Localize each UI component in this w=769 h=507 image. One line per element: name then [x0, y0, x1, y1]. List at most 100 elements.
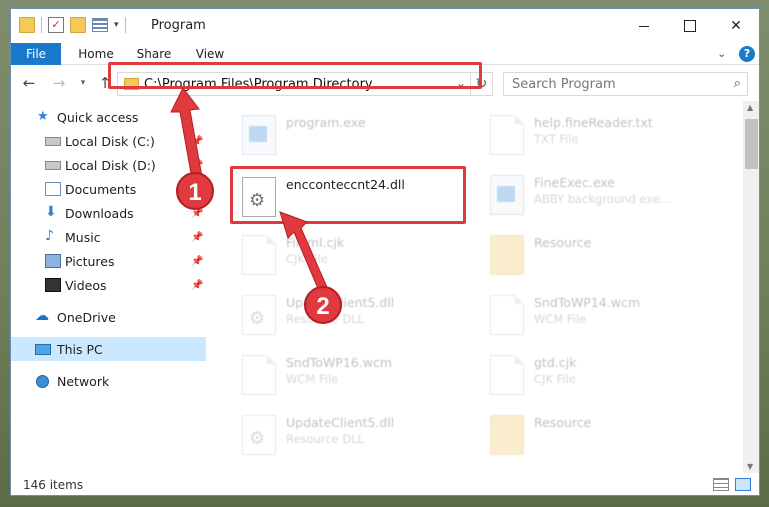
sidebar-item-label: Network [57, 373, 110, 389]
list-item[interactable]: Fileml.cjk CJK File [242, 227, 472, 283]
list-item[interactable]: gtd.cjk CJK File [490, 347, 720, 403]
file-type: CJK File [534, 372, 576, 386]
navigation-pane: ★ Quick access Local Disk (C:) 📌 Local D… [11, 101, 206, 473]
pin-icon[interactable]: 📌 [191, 232, 203, 243]
sidebar-item-label: Local Disk (C:) [65, 133, 155, 149]
scroll-down-icon[interactable]: ▼ [747, 462, 753, 471]
forward-arrow-icon[interactable]: → [49, 73, 69, 93]
file-name: Resource [534, 235, 592, 250]
recent-locations-icon[interactable]: ▾ [73, 73, 93, 93]
file-name: gtd.cjk [534, 355, 577, 370]
file-name: help.fineReader.txt [534, 115, 653, 130]
file-type: ABBY background exe... [534, 192, 671, 206]
document-icon [490, 355, 524, 395]
divider [124, 17, 126, 33]
exe-icon [242, 115, 276, 155]
sidebar-item-label: OneDrive [57, 309, 116, 325]
help-icon[interactable]: ? [739, 46, 755, 62]
pin-icon[interactable]: 📌 [191, 280, 203, 291]
address-bar-highlight [108, 62, 482, 89]
file-name: FineExec.exe [534, 175, 615, 190]
pin-icon[interactable]: 📌 [191, 136, 203, 147]
expand-ribbon-icon[interactable]: ⌄ [717, 47, 726, 60]
folder-icon [490, 415, 524, 455]
minimize-button[interactable] [621, 9, 667, 43]
sidebar-item-quick-access[interactable]: ★ Quick access [11, 105, 206, 129]
title-bar: ✓ ▾ Program ✕ [11, 9, 759, 43]
list-item[interactable]: Resource [490, 407, 720, 463]
file-name: UpdateClient5.dll [286, 415, 395, 430]
document-icon [490, 115, 524, 155]
documents-icon [45, 182, 61, 196]
scrollbar-thumb[interactable] [745, 119, 758, 169]
callout-badge-1: 1 [176, 172, 214, 210]
target-file-highlight [230, 166, 466, 224]
search-placeholder[interactable]: Search Program [512, 77, 616, 92]
document-icon [242, 235, 276, 275]
sidebar-item-downloads[interactable]: ⬇ Downloads 📌 [11, 201, 206, 225]
list-item[interactable]: SndToWP16.wcm WCM File [242, 347, 472, 403]
large-icons-view-icon[interactable] [735, 478, 751, 491]
sidebar-item-pictures[interactable]: Pictures 📌 [11, 249, 206, 273]
sidebar-item-label: Local Disk (D:) [65, 157, 156, 173]
sidebar-item-network[interactable]: Network [11, 369, 206, 393]
search-box[interactable]: Search Program ⌕ [503, 72, 748, 96]
sidebar-item-label: Documents [65, 181, 137, 197]
new-folder-icon[interactable] [70, 17, 86, 33]
list-item[interactable]: SndToWP14.wcm WCM File [490, 287, 720, 343]
sidebar-item-music[interactable]: ♪ Music 📌 [11, 225, 206, 249]
pc-icon [35, 344, 51, 355]
sidebar-item-label: Music [65, 229, 101, 245]
maximize-button[interactable] [667, 9, 713, 43]
scroll-up-icon[interactable]: ▲ [747, 103, 753, 112]
list-item[interactable]: help.fineReader.txt TXT File [490, 107, 720, 163]
sidebar-item-local-disk-d[interactable]: Local Disk (D:) 📌 [11, 153, 206, 177]
pin-icon[interactable]: 📌 [191, 160, 203, 171]
pin-icon[interactable]: 📌 [191, 256, 203, 267]
file-name: Fileml.cjk [286, 235, 345, 250]
properties-check-icon[interactable]: ✓ [48, 17, 64, 33]
callout-badge-2: 2 [304, 286, 342, 324]
network-icon [36, 375, 49, 388]
list-item[interactable]: FineExec.exe ABBY background exe... [490, 167, 720, 223]
sidebar-item-label: Videos [65, 277, 107, 293]
back-arrow-icon[interactable]: ← [19, 73, 39, 93]
file-name: Resource [534, 415, 592, 430]
details-view-icon[interactable] [713, 478, 729, 491]
star-icon: ★ [37, 109, 49, 124]
sidebar-item-this-pc[interactable]: This PC [11, 337, 206, 361]
sidebar-item-local-disk-c[interactable]: Local Disk (C:) 📌 [11, 129, 206, 153]
window-title: Program [151, 18, 206, 33]
list-item[interactable]: UpdateClient5.dll Resource DLL [242, 287, 472, 343]
file-type: WCM File [286, 372, 339, 386]
sidebar-item-label: Downloads [65, 205, 134, 221]
sidebar-item-onedrive[interactable]: ☁ OneDrive [11, 305, 206, 329]
file-type: CJK File [286, 252, 328, 266]
folder-icon [490, 235, 524, 275]
list-item[interactable]: program.exe [242, 107, 472, 163]
chevron-down-icon[interactable]: ▾ [114, 20, 119, 30]
vertical-scrollbar[interactable]: ▲ ▼ [743, 101, 759, 473]
pictures-icon [45, 254, 61, 268]
download-icon: ⬇ [45, 204, 57, 220]
customize-toolbar-icon[interactable] [92, 18, 108, 32]
file-type: TXT File [534, 132, 579, 146]
search-icon[interactable]: ⌕ [734, 76, 741, 91]
close-button[interactable]: ✕ [713, 9, 759, 43]
sidebar-item-label: Pictures [65, 253, 115, 269]
document-icon [242, 355, 276, 395]
folder-icon [19, 17, 35, 33]
videos-icon [45, 278, 61, 292]
tab-file[interactable]: File [11, 43, 61, 65]
exe-icon [490, 175, 524, 215]
list-item[interactable]: UpdateClient5.dll Resource DLL [242, 407, 472, 463]
sidebar-item-label: This PC [57, 341, 103, 357]
document-icon [490, 295, 524, 335]
file-name: SndToWP16.wcm [286, 355, 392, 370]
sidebar-item-videos[interactable]: Videos 📌 [11, 273, 206, 297]
disk-icon [45, 161, 61, 170]
dll-icon [242, 295, 276, 335]
divider [41, 17, 42, 33]
list-item[interactable]: Resource [490, 227, 720, 283]
status-bar: 146 items [11, 473, 759, 495]
